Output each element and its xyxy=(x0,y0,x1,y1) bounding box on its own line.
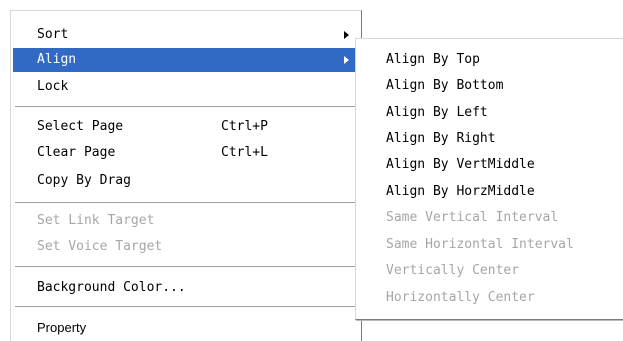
menu-item-select-page-label: Select Page xyxy=(37,119,124,134)
submenu-item-label: Align By Left xyxy=(386,105,488,120)
submenu-item-align-by-vertmiddle[interactable]: Align By VertMiddle xyxy=(358,153,622,177)
menu-item-align-label: Align xyxy=(37,52,77,67)
menu-item-set-voice-target: Set Voice Target xyxy=(13,235,359,259)
submenu-item-label: Align By Bottom xyxy=(386,78,504,93)
menu-separator xyxy=(15,202,357,204)
menu-item-background-color[interactable]: Background Color... xyxy=(13,276,359,300)
menu-item-lock[interactable]: Lock xyxy=(13,75,359,99)
submenu-item-label: Align By VertMiddle xyxy=(386,157,535,172)
menu-item-sort-label: Sort xyxy=(37,27,69,42)
menu-item-select-page[interactable]: Select Page Ctrl+P xyxy=(13,115,359,139)
align-submenu: Align By Top Align By Bottom Align By Le… xyxy=(355,38,623,320)
submenu-item-align-by-top[interactable]: Align By Top xyxy=(358,48,622,72)
submenu-item-horizontally-center: Horizontally Center xyxy=(358,286,622,310)
submenu-item-align-by-left[interactable]: Align By Left xyxy=(358,101,622,125)
menu-item-property-label: Property xyxy=(37,320,87,335)
submenu-item-label: Align By Right xyxy=(386,131,496,146)
submenu-item-label: Align By Top xyxy=(386,52,480,67)
context-menu: Sort Align Lock Select Page Ctrl+P Clear… xyxy=(10,10,362,341)
menu-item-clear-page-label: Clear Page xyxy=(37,145,116,160)
submenu-item-align-by-horzmiddle[interactable]: Align By HorzMiddle xyxy=(358,180,622,204)
submenu-arrow-icon xyxy=(344,31,349,39)
submenu-item-label: Horizontally Center xyxy=(386,290,535,305)
submenu-item-label: Same Horizontal Interval xyxy=(386,237,574,252)
shortcut-label: Ctrl+P xyxy=(221,119,268,134)
menu-separator xyxy=(15,106,357,108)
submenu-arrow-icon xyxy=(344,56,349,64)
menu-item-lock-label: Lock xyxy=(37,79,69,94)
submenu-item-same-horizontal-interval: Same Horizontal Interval xyxy=(358,233,622,257)
menu-item-align[interactable]: Align xyxy=(13,48,359,72)
menu-item-set-voice-target-label: Set Voice Target xyxy=(37,239,163,254)
submenu-item-label: Same Vertical Interval xyxy=(386,210,559,225)
shortcut-label: Ctrl+L xyxy=(221,145,268,160)
menu-separator xyxy=(15,306,357,308)
menu-item-sort[interactable]: Sort xyxy=(13,23,359,47)
menu-separator xyxy=(15,266,357,268)
submenu-item-align-by-bottom[interactable]: Align By Bottom xyxy=(358,74,622,98)
submenu-item-vertically-center: Vertically Center xyxy=(358,259,622,283)
submenu-item-label: Align By HorzMiddle xyxy=(386,184,535,199)
menu-item-clear-page[interactable]: Clear Page Ctrl+L xyxy=(13,141,359,165)
menu-item-background-color-label: Background Color... xyxy=(37,280,186,295)
menu-item-copy-by-drag[interactable]: Copy By Drag xyxy=(13,169,359,193)
menu-item-property[interactable]: Property xyxy=(13,316,359,340)
menu-item-set-link-target: Set Link Target xyxy=(13,209,359,233)
submenu-item-label: Vertically Center xyxy=(386,263,520,278)
menu-item-copy-by-drag-label: Copy By Drag xyxy=(37,173,131,188)
submenu-item-same-vertical-interval: Same Vertical Interval xyxy=(358,206,622,230)
menu-item-set-link-target-label: Set Link Target xyxy=(37,213,155,228)
submenu-item-align-by-right[interactable]: Align By Right xyxy=(358,127,622,151)
